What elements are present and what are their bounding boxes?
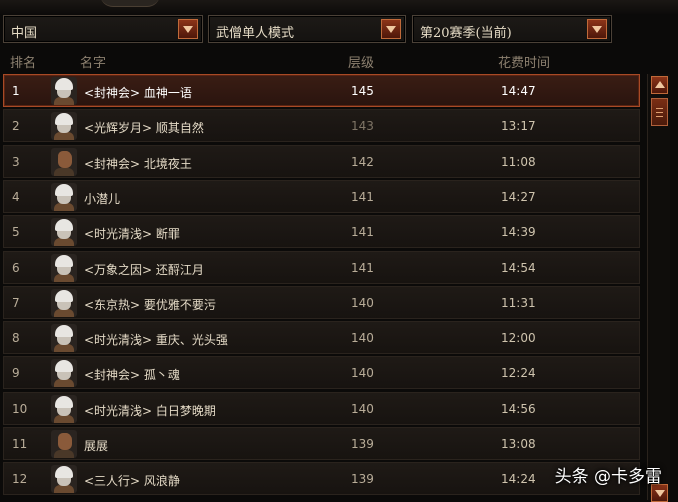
player-portrait-icon xyxy=(51,182,77,211)
player-name-cell: <万象之因> 还酹江月 xyxy=(84,262,204,277)
column-header-rank[interactable]: 排名 xyxy=(10,52,36,71)
rank-cell: 11 xyxy=(12,437,28,451)
rank-cell: 2 xyxy=(12,119,20,134)
table-row[interactable]: 4 小潜儿 141 14:27 xyxy=(3,179,640,213)
region-dropdown[interactable]: 中国 xyxy=(3,15,203,43)
time-cell: 11:08 xyxy=(501,154,536,169)
player-name-cell: <封神会> 北境夜王 xyxy=(84,156,192,171)
column-header-time[interactable]: 花费时间 xyxy=(498,52,550,71)
scrollbar[interactable] xyxy=(647,74,670,502)
ornament-emblem xyxy=(100,0,160,7)
table-row[interactable]: 9 <封神会> 孤丶魂 140 12:24 xyxy=(3,356,640,390)
table-row[interactable]: 5 <时光清浅> 断罪 141 14:39 xyxy=(3,215,640,249)
column-header-level[interactable]: 层级 xyxy=(348,52,374,71)
leaderboard-table: 1 <封神会> 血神一语 145 14:47 2 <光辉岁月> 顺其自然 143 13:17 3… xyxy=(3,74,641,500)
region-dropdown-value: 中国 xyxy=(11,26,38,41)
player-portrait-icon xyxy=(51,112,77,141)
level-cell: 142 xyxy=(351,154,374,169)
scroll-up-arrow-icon[interactable] xyxy=(651,76,668,94)
player-portrait-icon xyxy=(51,253,77,282)
player-name-cell: <封神会> 血神一语 xyxy=(84,86,192,100)
level-cell: 139 xyxy=(351,472,374,487)
player-name-cell: <时光清浅> 白日梦晚期 xyxy=(84,403,216,418)
time-cell: 14:24 xyxy=(501,472,536,487)
rank-cell: 8 xyxy=(12,331,20,346)
level-cell: 139 xyxy=(351,437,374,451)
time-cell: 14:27 xyxy=(501,189,536,204)
player-name-cell: 展展 xyxy=(84,439,109,453)
watermark: 头条 @卡多雷 xyxy=(554,467,662,487)
level-cell: 141 xyxy=(351,225,374,240)
level-cell: 140 xyxy=(351,295,374,310)
player-name-cell: <封神会> 孤丶魂 xyxy=(84,368,180,383)
table-row[interactable]: 10 <时光清浅> 白日梦晚期 140 14:56 xyxy=(3,391,640,425)
time-cell: 12:24 xyxy=(501,366,536,381)
level-cell: 140 xyxy=(351,401,374,416)
season-dropdown[interactable]: 第20赛季(当前) xyxy=(412,15,612,43)
player-name-cell: <光辉岁月> 顺其自然 xyxy=(84,121,204,136)
rank-cell: 4 xyxy=(12,189,20,204)
chevron-down-icon[interactable] xyxy=(178,19,198,39)
player-portrait-icon xyxy=(51,465,77,494)
mode-dropdown-value: 武僧单人模式 xyxy=(216,26,295,41)
player-name-cell: <时光清浅> 断罪 xyxy=(84,227,180,242)
level-cell: 140 xyxy=(351,366,374,381)
table-row[interactable]: 3 <封神会> 北境夜王 142 11:08 xyxy=(3,144,640,178)
rank-cell: 7 xyxy=(12,295,20,310)
level-cell: 140 xyxy=(351,331,374,346)
player-name-cell: <时光清浅> 重庆、光头强 xyxy=(84,333,228,348)
rank-cell: 10 xyxy=(12,401,28,416)
player-portrait-icon xyxy=(51,77,77,105)
table-row[interactable]: 11 展展 139 13:08 xyxy=(3,427,640,460)
time-cell: 13:08 xyxy=(501,437,536,451)
time-cell: 14:56 xyxy=(501,401,536,416)
player-portrait-icon xyxy=(51,359,77,388)
rank-cell: 1 xyxy=(12,84,20,98)
player-portrait-icon xyxy=(51,394,77,423)
table-row[interactable]: 8 <时光清浅> 重庆、光头强 140 12:00 xyxy=(3,321,640,355)
level-cell: 143 xyxy=(351,119,374,134)
time-cell: 14:47 xyxy=(501,84,536,98)
rank-cell: 9 xyxy=(12,366,20,381)
player-portrait-icon xyxy=(51,147,77,176)
column-header-name[interactable]: 名字 xyxy=(80,52,106,71)
table-row[interactable]: 1 <封神会> 血神一语 145 14:47 xyxy=(3,74,640,107)
rank-cell: 5 xyxy=(12,225,20,240)
mode-dropdown[interactable]: 武僧单人模式 xyxy=(208,15,406,43)
scroll-thumb[interactable] xyxy=(651,98,668,126)
player-portrait-icon xyxy=(51,324,77,353)
player-name-cell: <东京热> 要优雅不要污 xyxy=(84,297,216,312)
player-name-cell: <三人行> 风浪静 xyxy=(84,474,180,489)
player-portrait-icon xyxy=(51,288,77,317)
rank-cell: 12 xyxy=(12,472,28,487)
rank-cell: 3 xyxy=(12,154,20,169)
time-cell: 14:54 xyxy=(501,260,536,275)
chevron-down-icon[interactable] xyxy=(381,19,401,39)
time-cell: 12:00 xyxy=(501,331,536,346)
time-cell: 11:31 xyxy=(501,295,536,310)
player-name-cell: 小潜儿 xyxy=(84,191,121,206)
table-row[interactable]: 2 <光辉岁月> 顺其自然 143 13:17 xyxy=(3,109,640,143)
season-dropdown-value: 第20赛季(当前) xyxy=(420,26,512,41)
top-ornament-bar xyxy=(0,0,678,14)
chevron-down-icon[interactable] xyxy=(587,19,607,39)
leaderboard-header: 排名 名字 层级 花费时间 xyxy=(0,50,640,71)
time-cell: 13:17 xyxy=(501,119,536,134)
player-portrait-icon xyxy=(51,430,77,458)
table-row[interactable]: 6 <万象之因> 还酹江月 141 14:54 xyxy=(3,250,640,284)
level-cell: 145 xyxy=(351,84,374,98)
level-cell: 141 xyxy=(351,189,374,204)
table-row[interactable]: 7 <东京热> 要优雅不要污 140 11:31 xyxy=(3,285,640,319)
player-portrait-icon xyxy=(51,218,77,247)
time-cell: 14:39 xyxy=(501,225,536,240)
level-cell: 141 xyxy=(351,260,374,275)
table-row[interactable]: 12 <三人行> 风浪静 139 14:24 xyxy=(3,462,640,496)
rank-cell: 6 xyxy=(12,260,20,275)
